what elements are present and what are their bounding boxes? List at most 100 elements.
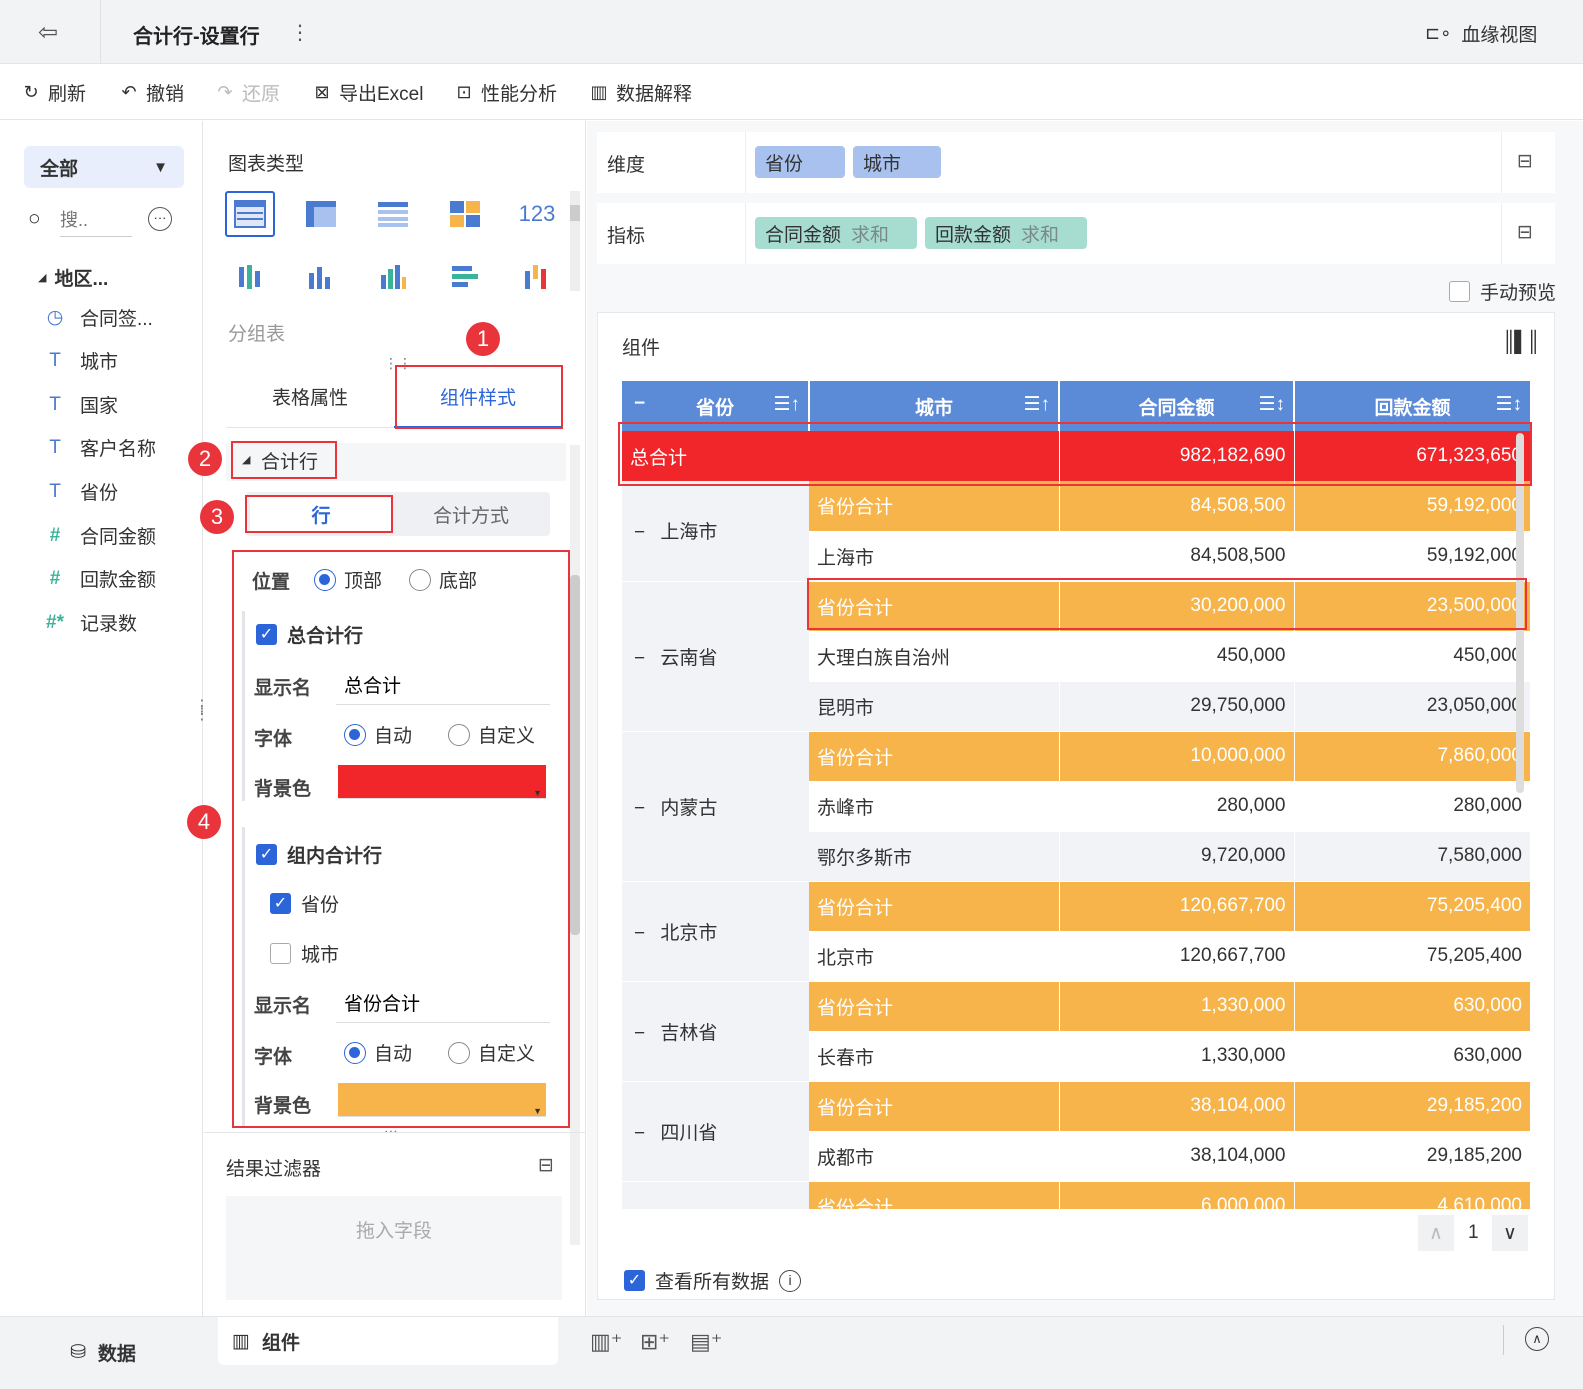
sort-icon[interactable]: ☰↕	[1495, 393, 1522, 416]
info-icon[interactable]: i	[779, 1269, 802, 1292]
field-item[interactable]: T 省份	[44, 478, 118, 505]
amount-cell: 120,667,700	[1059, 931, 1295, 982]
field-item[interactable]: # 合同金额	[44, 522, 156, 549]
barcode-icon[interactable]: ║▌║	[1502, 331, 1540, 354]
perf-analysis-button[interactable]: ⊡ 性能分析	[453, 78, 557, 106]
shelf-settings-icon[interactable]: ⊟	[1517, 221, 1533, 244]
card-chart-icon[interactable]	[440, 191, 490, 237]
cross-table-chart-icon[interactable]	[296, 191, 346, 237]
add-report-icon[interactable]: ▤⁺	[690, 1329, 722, 1355]
dimension-chip[interactable]: 城市	[853, 146, 941, 178]
sort-icon[interactable]: ☰↑	[1023, 393, 1050, 416]
collapse-group-icon[interactable]: −	[634, 1023, 650, 1044]
amount-cell: 4,610,000	[1294, 1181, 1530, 1209]
column-chart-icon[interactable]	[296, 254, 346, 300]
province-total-row[interactable]: − 北京市 省份合计 120,667,700 75,205,400	[622, 881, 1530, 982]
subtab-total-method[interactable]: 合计方式	[396, 495, 546, 533]
measure-shelf[interactable]: 指标 合同金额 求和 回款金额 求和 ⊟	[597, 203, 1555, 264]
undo-button[interactable]: ↶ 撤销	[118, 78, 184, 106]
province-total-row[interactable]: 省份合计 6,000,000 4,610,000	[622, 1181, 1530, 1209]
refresh-button[interactable]: ↻ 刷新	[20, 78, 86, 106]
collapse-all-icon[interactable]: −	[634, 393, 645, 415]
field-item[interactable]: T 客户名称	[44, 434, 156, 461]
perf-icon: ⊡	[456, 81, 472, 102]
collapse-group-icon[interactable]: −	[634, 923, 650, 944]
view-all-checkbox[interactable]: ✓ 查看所有数据 i	[624, 1267, 802, 1294]
province-total-row[interactable]: − 吉林省 省份合计 1,330,000 630,000	[622, 981, 1530, 1082]
field-item[interactable]: #* 记录数	[44, 609, 137, 636]
collapse-group-icon[interactable]: −	[634, 798, 650, 819]
component-tab[interactable]: ▥ 组件	[218, 1317, 558, 1365]
subtotal-label: 省份合计	[809, 1081, 1060, 1132]
amount-cell: 6,000,000	[1059, 1181, 1295, 1209]
measure-chip[interactable]: 合同金额 求和	[755, 217, 917, 249]
province-cell[interactable]: − 上海市	[622, 481, 809, 582]
field-item[interactable]: # 回款金额	[44, 565, 156, 592]
field-item[interactable]: T 国家	[44, 391, 118, 418]
tab-label: 数据	[97, 1344, 136, 1365]
chart-subtype-label: 分组表	[228, 324, 286, 345]
collapse-up-icon[interactable]: ∧	[1525, 1327, 1549, 1351]
collapse-group-icon[interactable]: −	[634, 648, 650, 669]
province-total-row[interactable]: − 上海市 省份合计 84,508,500 59,192,000	[622, 481, 1530, 582]
detail-table-chart-icon[interactable]	[368, 191, 418, 237]
text-type-icon: T	[49, 436, 61, 458]
lineage-icon: ⊏∘	[1425, 23, 1452, 43]
clock-icon: ◷	[46, 307, 64, 328]
page-prev-button[interactable]: ∧	[1418, 1215, 1454, 1251]
group-table-chart-icon[interactable]	[225, 191, 275, 237]
lineage-button[interactable]: ⊏∘ 血缘视图	[1425, 20, 1537, 47]
amount-cell: 84,508,500	[1059, 481, 1295, 532]
bar-chart-icon[interactable]	[440, 254, 490, 300]
kpi-chart-icon[interactable]: 123	[512, 191, 562, 237]
province-cell[interactable]: − 云南省	[622, 581, 809, 732]
dimension-chip[interactable]: 省份	[755, 146, 845, 178]
add-chart-icon[interactable]: ▥⁺	[590, 1329, 622, 1355]
exit-icon[interactable]: ⇦	[38, 18, 58, 47]
province-cell[interactable]: − 北京市	[622, 881, 809, 982]
shelf-settings-icon[interactable]: ⊟	[1517, 150, 1533, 173]
province-cell[interactable]: − 四川省	[622, 1081, 809, 1182]
more-options-icon[interactable]: ···	[148, 207, 172, 231]
field-item[interactable]: ◷ 合同签...	[44, 304, 153, 331]
header-label: 回款金额	[1374, 397, 1451, 419]
settings-scrollbar[interactable]	[570, 445, 580, 1245]
collapse-group-icon[interactable]: −	[634, 1123, 650, 1144]
add-table-icon[interactable]: ⊞⁺	[640, 1329, 670, 1355]
province-cell[interactable]: − 吉林省	[622, 981, 809, 1082]
collapse-group-icon[interactable]: −	[634, 522, 650, 543]
manual-preview-checkbox[interactable]: 手动预览	[1449, 278, 1556, 305]
search-input[interactable]	[60, 205, 132, 237]
subtotal-label: 省份合计	[809, 731, 1060, 782]
province-total-row[interactable]: − 四川省 省份合计 38,104,000 29,185,200	[622, 1081, 1530, 1182]
amount-cell: 630,000	[1294, 1031, 1530, 1082]
filter-settings-icon[interactable]: ⊟	[538, 1154, 554, 1177]
field-item[interactable]: T 城市	[44, 347, 118, 374]
more-icon[interactable]: ⋮	[290, 20, 310, 45]
province-cell[interactable]	[622, 1181, 809, 1209]
highlight-total-section	[231, 441, 337, 479]
redo-button[interactable]: ↷ 还原	[214, 78, 280, 106]
chip-agg: 求和	[1021, 224, 1060, 246]
province-cell[interactable]: − 内蒙古	[622, 731, 809, 882]
province-total-row[interactable]: − 内蒙古 省份合计 10,000,000 7,860,000	[622, 731, 1530, 882]
chart-list-scrollbar[interactable]	[570, 191, 580, 291]
sort-icon[interactable]: ☰↑	[773, 393, 800, 416]
scope-select[interactable]: 全部 ▼	[24, 146, 184, 188]
stacked-column-chart-icon[interactable]	[512, 254, 562, 300]
scatter-bar-chart-icon[interactable]	[225, 254, 275, 300]
export-excel-button[interactable]: ⊠ 导出Excel	[311, 78, 423, 106]
amount-cell: 1,330,000	[1059, 1031, 1295, 1082]
sort-icon[interactable]: ☰↕	[1258, 393, 1285, 416]
filter-drop-zone[interactable]: 拖入字段	[226, 1196, 562, 1300]
tab-table-properties[interactable]: 表格属性	[226, 366, 394, 428]
page-next-button[interactable]: ∨	[1492, 1215, 1528, 1251]
multi-column-chart-icon[interactable]	[368, 254, 418, 300]
field-group[interactable]: ◢ 地区...	[38, 264, 108, 291]
data-explain-button[interactable]: ▥ 数据解释	[588, 78, 692, 106]
field-label: 记录数	[80, 614, 138, 635]
measure-chip[interactable]: 回款金额 求和	[925, 217, 1087, 249]
tab-label: 组件	[261, 1332, 300, 1354]
dimension-shelf[interactable]: 维度 省份 城市 ⊟	[597, 132, 1555, 193]
data-tab[interactable]: ⛁ 数据	[70, 1339, 136, 1366]
